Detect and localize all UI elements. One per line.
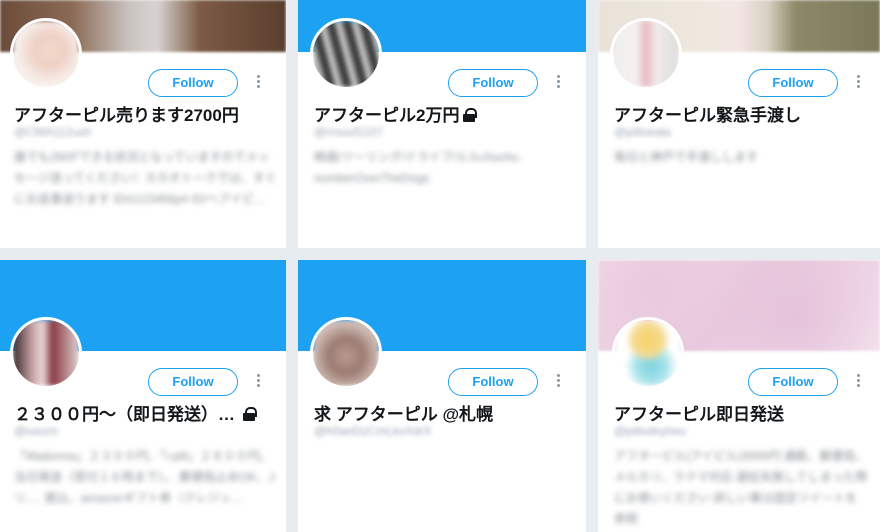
- more-options-icon[interactable]: [852, 73, 864, 93]
- lock-icon: [463, 108, 478, 122]
- user-bio: 毎日と神戸で手渡しします: [614, 150, 759, 164]
- avatar[interactable]: [310, 317, 382, 389]
- display-name[interactable]: アフターピル即日発送: [614, 400, 784, 425]
- avatar[interactable]: [10, 317, 82, 389]
- user-bio: 誰でも2Mができる状況となっていますのでメッセージ送ってください！カカオトークで…: [14, 150, 277, 206]
- user-card[interactable]: Follow アフターピル即日発送 @pillsdeyheu アフターピル(アイ…: [598, 260, 880, 532]
- follow-button[interactable]: Follow: [448, 69, 538, 97]
- more-options-icon[interactable]: [552, 372, 564, 392]
- display-name[interactable]: 求 アフターピル @札幌: [314, 400, 493, 425]
- follow-button[interactable]: Follow: [148, 368, 238, 396]
- more-options-icon[interactable]: [252, 372, 264, 392]
- follow-button[interactable]: Follow: [148, 69, 238, 97]
- user-handle[interactable]: @pillsdeyheu: [614, 424, 686, 438]
- user-handle[interactable]: @iuezm: [14, 424, 58, 438]
- user-card[interactable]: Follow 求 アフターピル @札幌 @h0aeDzCmLkxXdrX: [298, 260, 586, 532]
- more-options-icon[interactable]: [552, 73, 564, 93]
- user-handle[interactable]: @CMA112uxh: [14, 125, 91, 139]
- avatar[interactable]: [10, 18, 82, 90]
- avatar[interactable]: [310, 18, 382, 90]
- who-to-follow-grid: Follow アフターピル売ります2700円 @CMA112uxh 誰でも2Mが…: [0, 0, 880, 532]
- display-name[interactable]: ２３００円〜（即日発送）…: [14, 400, 257, 425]
- follow-button[interactable]: Follow: [748, 368, 838, 396]
- user-bio: アフターピル(アイピル)3000円 通販、郵便局、メルカリ、ラクマ対応 避妊失敗…: [614, 449, 868, 526]
- user-card[interactable]: Follow アフターピル2万円 @rrouuf1107 映画/ツーリング/ドラ…: [298, 0, 586, 248]
- more-options-icon[interactable]: [852, 372, 864, 392]
- user-bio: 「Madonna」２３００円、「i-pill」２８００円。 当日発送（受付１６時…: [14, 449, 275, 505]
- follow-button[interactable]: Follow: [448, 368, 538, 396]
- avatar[interactable]: [612, 317, 684, 389]
- avatar[interactable]: [610, 18, 682, 90]
- user-handle[interactable]: @pilloeata: [614, 125, 671, 139]
- display-name[interactable]: アフターピル緊急手渡し: [614, 101, 801, 126]
- display-name[interactable]: アフターピル売ります2700円: [14, 101, 239, 126]
- display-name-text: ２３００円〜（即日発送）…: [14, 405, 235, 424]
- user-card[interactable]: Follow ２３００円〜（即日発送）… @iuezm 「Madonna」２３０…: [0, 260, 286, 532]
- display-name[interactable]: アフターピル2万円: [314, 101, 478, 126]
- user-bio: 映画/ツーリング/ドライブ/ルルchuchu numberOverTheDogs: [314, 150, 519, 185]
- lock-icon: [243, 407, 257, 421]
- user-card[interactable]: Follow アフターピル売ります2700円 @CMA112uxh 誰でも2Mが…: [0, 0, 286, 248]
- display-name-text: アフターピル2万円: [314, 106, 460, 125]
- user-card[interactable]: Follow アフターピル緊急手渡し @pilloeata 毎日と神戸で手渡しし…: [598, 0, 880, 248]
- user-handle[interactable]: @h0aeDzCmLkxXdrX: [314, 424, 432, 438]
- follow-button[interactable]: Follow: [748, 69, 838, 97]
- more-options-icon[interactable]: [252, 73, 264, 93]
- user-handle[interactable]: @rrouuf1107: [314, 125, 383, 139]
